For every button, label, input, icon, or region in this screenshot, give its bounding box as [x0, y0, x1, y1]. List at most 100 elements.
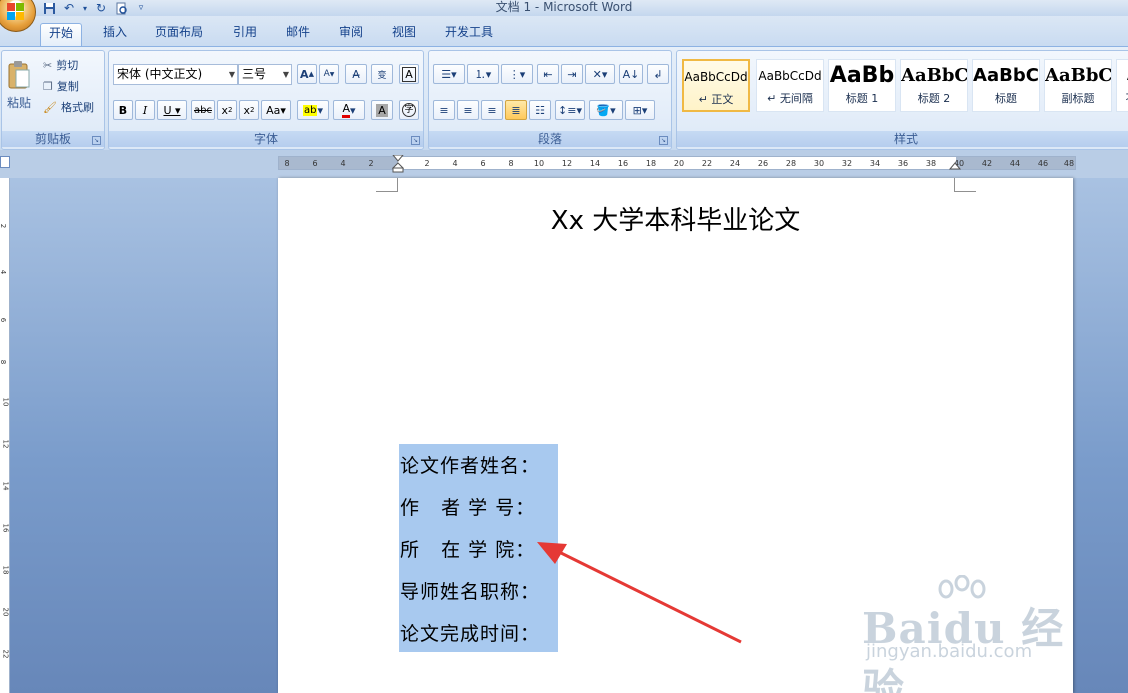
style-no-spacing[interactable]: AaBbCcDd ↵ 无间隔 [756, 59, 824, 112]
cut-label: 剪切 [56, 59, 79, 72]
chevron-down-icon: ▼ [228, 70, 235, 79]
style-sample: AaBbCcDd [684, 70, 748, 84]
increase-indent-button[interactable]: ⇥ [561, 64, 583, 84]
character-border-button[interactable]: A [399, 64, 419, 84]
paint-bucket-icon: 🪣▾ [596, 103, 616, 117]
italic-button[interactable]: I [135, 100, 155, 120]
bullets-button[interactable]: ☰▾ [433, 64, 465, 84]
decrease-indent-button[interactable]: ⇤ [537, 64, 559, 84]
shading-button[interactable]: 🪣▾ [589, 100, 623, 120]
sort-icon: A↓ [622, 67, 640, 81]
underline-button[interactable]: U ▾ [157, 100, 187, 120]
style-subtitle[interactable]: AaBbC 副标题 [1044, 59, 1112, 112]
superscript-button[interactable]: x2 [239, 100, 259, 120]
dialog-launcher-icon[interactable]: ↘ [411, 136, 420, 145]
bullets-icon: ☰▾ [441, 67, 457, 81]
distributed-button[interactable]: ☷ [529, 100, 551, 120]
tab-mailings[interactable]: 邮件 [278, 23, 318, 46]
ruler-tick: 8 [284, 159, 290, 168]
justify-icon: ≣ [511, 103, 521, 117]
style-name: ↵ 无间隔 [767, 92, 813, 105]
font-name-combo[interactable]: 宋体 (中文正文) ▼ [113, 64, 238, 85]
ruler-tick: 26 [757, 159, 769, 168]
right-indent-marker-icon[interactable] [949, 161, 961, 173]
field-student-id[interactable]: 作 者 学 号： [400, 493, 535, 520]
document-title[interactable]: Xx 大学本科毕业论文 [278, 200, 1073, 237]
paste-label: 粘贴 [6, 95, 31, 110]
shrink-font-button[interactable]: A ▼ [319, 64, 339, 84]
text-highlight-button[interactable]: ab ▾ [297, 100, 329, 120]
ruler-tick: 42 [981, 159, 993, 168]
cut-button[interactable]: ✂ 剪切 [42, 55, 100, 75]
character-border-icon: A [402, 66, 416, 82]
change-case-button[interactable]: Aa▾ [261, 100, 291, 120]
subscript-button[interactable]: x2 [217, 100, 237, 120]
ruler-tick: 36 [897, 159, 909, 168]
style-name: ↵ 正文 [698, 93, 734, 106]
asian-layout-button[interactable]: ✕▾ [585, 64, 615, 84]
numbering-icon: ⒈▾ [474, 68, 492, 81]
character-shading-button[interactable]: A [371, 100, 393, 120]
scissors-icon: ✂ [43, 58, 53, 72]
tab-developer[interactable]: 开发工具 [437, 23, 501, 46]
dialog-launcher-icon[interactable]: ↘ [659, 136, 668, 145]
style-heading-2[interactable]: AaBbC 标题 2 [900, 59, 968, 112]
style-name: 标题 [995, 92, 1017, 105]
ruler-tick: 18 [645, 159, 657, 168]
paste-button[interactable]: 粘贴 [4, 53, 34, 117]
tab-selector-icon[interactable] [0, 156, 10, 168]
copy-button[interactable]: ❐ 复制 [42, 76, 100, 96]
style-sample: A [1117, 60, 1128, 90]
phonetic-guide-button[interactable]: 变 [371, 64, 393, 84]
crop-mark [376, 178, 398, 192]
dialog-launcher-icon[interactable]: ↘ [92, 136, 101, 145]
field-completion-date[interactable]: 论文完成时间： [400, 619, 540, 646]
ruler-tick: 28 [785, 159, 797, 168]
copy-icon: ❐ [43, 79, 53, 93]
field-author-name[interactable]: 论文作者姓名： [400, 451, 540, 478]
align-center-button[interactable]: ≡ [457, 100, 479, 120]
tab-page-layout[interactable]: 页面布局 [147, 23, 211, 46]
enclose-characters-button[interactable]: 字 [399, 100, 419, 120]
font-size-combo[interactable]: 三号 ▼ [238, 64, 292, 85]
tab-review[interactable]: 审阅 [331, 23, 371, 46]
style-heading-1[interactable]: AaBb 标题 1 [828, 59, 896, 112]
tab-view[interactable]: 视图 [384, 23, 424, 46]
clipboard-group-label: 剪贴板 [2, 131, 104, 147]
style-title[interactable]: AaBbC 标题 [972, 59, 1040, 112]
line-spacing-button[interactable]: ↕≡▾ [555, 100, 585, 120]
multilevel-list-button[interactable]: ⋮▾ [501, 64, 533, 84]
font-color-button[interactable]: A ▾ [333, 100, 365, 120]
tab-home[interactable]: 开始 [40, 23, 83, 46]
ruler-tick: 30 [813, 159, 825, 168]
style-more[interactable]: A 不 [1116, 59, 1128, 112]
show-hide-marks-button[interactable]: ↲ [647, 64, 669, 84]
indent-marker-icon[interactable] [392, 155, 404, 173]
ruler-tick: 48 [1063, 159, 1075, 168]
borders-button[interactable]: ⊞▾ [625, 100, 655, 120]
sort-button[interactable]: A↓ [619, 64, 643, 84]
tab-references[interactable]: 引用 [225, 23, 265, 46]
horizontal-ruler[interactable]: 8 6 4 2 2 4 6 8 10 12 14 16 18 20 22 24 … [278, 155, 1076, 173]
align-right-button[interactable]: ≡ [481, 100, 503, 120]
numbering-button[interactable]: ⒈▾ [467, 64, 499, 84]
field-college[interactable]: 所 在 学 院： [400, 535, 535, 562]
bold-button[interactable]: B [113, 100, 133, 120]
style-sample: AaBbC [901, 65, 967, 86]
baidu-watermark: Baidu 经验 jingyan.baidu.com [862, 575, 1072, 693]
grow-font-button[interactable]: A ▲ [297, 64, 317, 84]
decrease-indent-icon: ⇤ [543, 67, 553, 81]
increase-indent-icon: ⇥ [567, 67, 577, 81]
clear-formatting-button[interactable]: A̶ [345, 64, 367, 84]
format-painter-label: 格式刷 [60, 101, 94, 114]
format-painter-button[interactable]: 🖌 格式刷 [42, 97, 102, 117]
strikethrough-button[interactable]: abc [191, 100, 215, 120]
vertical-ruler[interactable]: 2 4 6 8 10 12 14 16 18 20 22 [0, 178, 10, 693]
justify-button[interactable]: ≣ [505, 100, 527, 120]
field-advisor[interactable]: 导师姓名职称： [400, 577, 540, 604]
align-left-button[interactable]: ≡ [433, 100, 455, 120]
vruler-tick: 18 [1, 565, 10, 575]
paste-icon [8, 60, 30, 88]
style-normal[interactable]: AaBbCcDd ↵ 正文 [682, 59, 750, 112]
tab-insert[interactable]: 插入 [95, 23, 135, 46]
